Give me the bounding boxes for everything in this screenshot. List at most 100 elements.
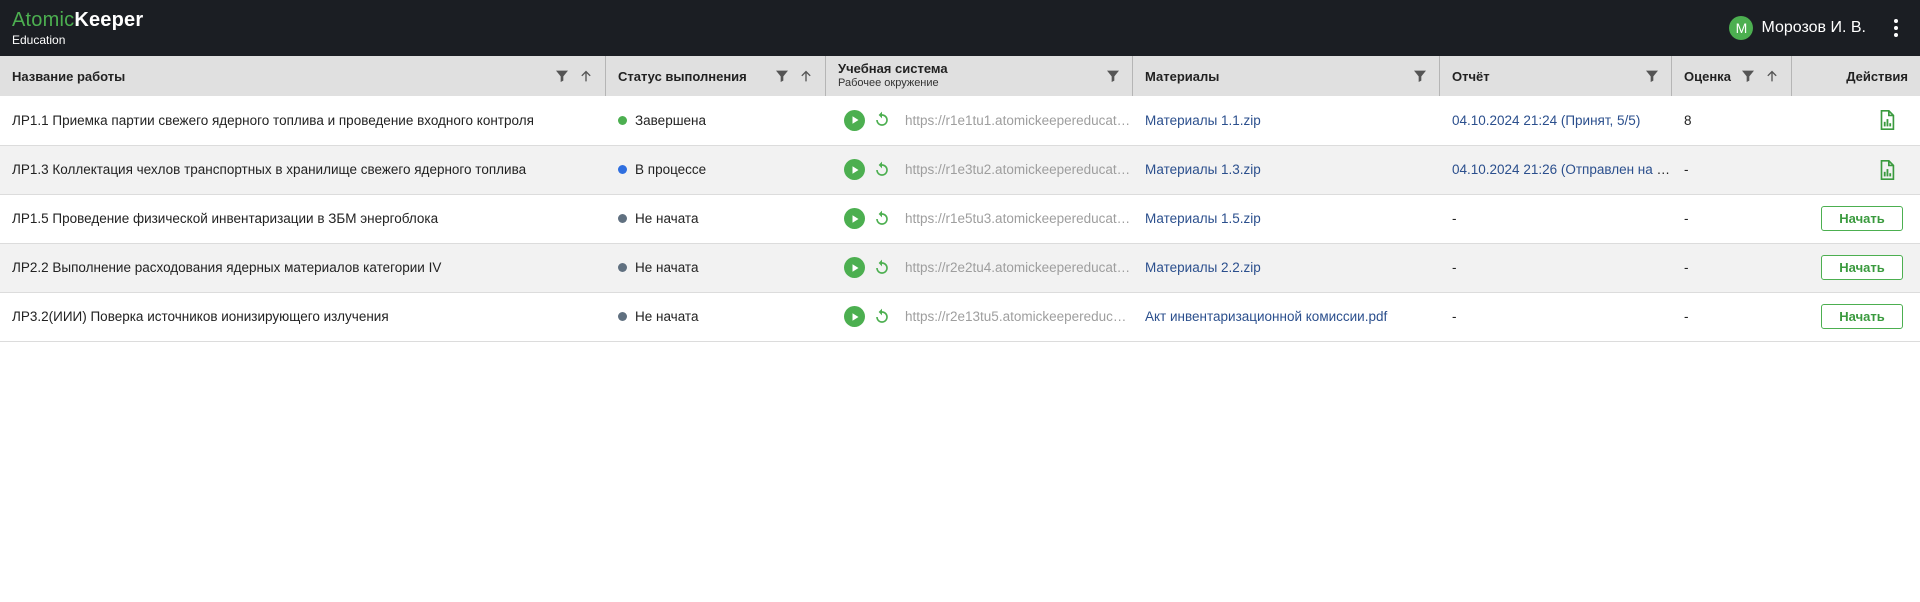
play-icon[interactable]: [844, 208, 865, 229]
grade: -: [1684, 309, 1689, 324]
status-dot: [618, 263, 627, 272]
sort-arrow-up-icon[interactable]: [1763, 67, 1781, 85]
actions-cell: [1792, 96, 1920, 145]
table-row[interactable]: ЛР1.5 Проведение физической инвентаризац…: [0, 194, 1920, 243]
refresh-icon[interactable]: [871, 208, 893, 230]
col-header-report: Отчёт: [1440, 56, 1672, 96]
system-url[interactable]: https://r2e13tu5.atomickeepereducation.r…: [905, 309, 1133, 324]
sort-arrow-up-icon[interactable]: [797, 67, 815, 85]
refresh-icon[interactable]: [871, 306, 893, 328]
filter-icon[interactable]: [553, 67, 571, 85]
sort-arrow-up-icon[interactable]: [577, 67, 595, 85]
col-header-system: Учебная система Рабочее окружение: [826, 56, 1133, 96]
materials-link[interactable]: Материалы 1.5.zip: [1145, 211, 1261, 226]
logo-text-atomic: Atomic: [12, 9, 75, 31]
col-header-system-sublabel: Рабочее окружение: [838, 77, 939, 90]
status-cell: Завершена: [606, 96, 826, 145]
work-name: ЛР1.5 Проведение физической инвентаризац…: [12, 211, 439, 226]
status-text: Не начата: [635, 211, 699, 226]
col-header-name-label: Название работы: [12, 68, 126, 84]
col-header-materials: Материалы: [1133, 56, 1440, 96]
materials-link[interactable]: Материалы 1.3.zip: [1145, 162, 1261, 177]
report-text: -: [1452, 260, 1457, 275]
report-cell: -: [1440, 292, 1672, 341]
report-text: -: [1452, 309, 1457, 324]
work-name: ЛР2.2 Выполнение расходования ядерных ма…: [12, 260, 442, 275]
start-button[interactable]: Начать: [1821, 206, 1903, 231]
col-header-report-label: Отчёт: [1452, 68, 1490, 84]
report-file-icon[interactable]: [1876, 159, 1898, 181]
start-button[interactable]: Начать: [1821, 255, 1903, 280]
report-cell: -: [1440, 194, 1672, 243]
system-cell: https://r2e13tu5.atomickeepereducation.r…: [826, 292, 1133, 341]
play-icon[interactable]: [844, 257, 865, 278]
logo-subtitle: Education: [12, 33, 66, 47]
col-header-status: Статус выполнения: [606, 56, 826, 96]
system-url[interactable]: https://r1e1tu1.atomickeepereducation.ru: [905, 113, 1133, 128]
col-header-status-label: Статус выполнения: [618, 68, 747, 84]
report-file-icon[interactable]: [1876, 109, 1898, 131]
report-link[interactable]: 04.10.2024 21:24 (Принят, 5/5): [1452, 113, 1640, 128]
status-dot: [618, 115, 627, 125]
actions-cell: Начать: [1792, 292, 1920, 341]
materials-cell: Акт инвентаризационной комиссии.pdf: [1133, 292, 1440, 341]
refresh-icon[interactable]: [871, 257, 893, 279]
status-dot: [618, 214, 627, 223]
status-cell: В процессе: [606, 145, 826, 194]
col-header-actions: Действия: [1792, 56, 1920, 96]
materials-link[interactable]: Материалы 1.1.zip: [1145, 113, 1261, 128]
user-name[interactable]: Морозов И. В.: [1761, 19, 1866, 37]
play-icon[interactable]: [844, 306, 865, 327]
status-cell: Не начата: [606, 243, 826, 292]
logo-text-keeper: Keeper: [74, 9, 144, 31]
materials-cell: Материалы 2.2.zip: [1133, 243, 1440, 292]
top-bar: AtomicKeeper Education М Морозов И. В.: [0, 0, 1920, 56]
status-dot: [618, 312, 627, 321]
grade: -: [1684, 162, 1689, 177]
status-text: Завершена: [635, 112, 707, 128]
report-link[interactable]: 04.10.2024 21:26 (Отправлен на проверку): [1452, 162, 1672, 177]
work-name: ЛР1.1 Приемка партии свежего ядерного то…: [12, 112, 534, 128]
report-cell: -: [1440, 243, 1672, 292]
app-logo[interactable]: AtomicKeeper Education: [12, 10, 143, 46]
grade: -: [1684, 211, 1689, 226]
grade: -: [1684, 260, 1689, 275]
filter-icon[interactable]: [1643, 67, 1661, 85]
status-text: Не начата: [635, 309, 699, 324]
table-row[interactable]: ЛР1.3 Коллектация чехлов транспортных в …: [0, 145, 1920, 194]
actions-cell: Начать: [1792, 243, 1920, 292]
status-text: Не начата: [635, 260, 699, 275]
table-header-row: Название работы Статус выполнения Учебна…: [0, 56, 1920, 96]
materials-cell: Материалы 1.5.zip: [1133, 194, 1440, 243]
filter-icon[interactable]: [1411, 67, 1429, 85]
filter-icon[interactable]: [773, 67, 791, 85]
report-text: -: [1452, 211, 1457, 226]
filter-icon[interactable]: [1739, 67, 1757, 85]
table-row[interactable]: ЛР1.1 Приемка партии свежего ядерного то…: [0, 96, 1920, 145]
table-row[interactable]: ЛР2.2 Выполнение расходования ядерных ма…: [0, 243, 1920, 292]
materials-link[interactable]: Акт инвентаризационной комиссии.pdf: [1145, 309, 1387, 324]
play-icon[interactable]: [844, 109, 865, 131]
refresh-icon[interactable]: [871, 109, 893, 131]
start-button[interactable]: Начать: [1821, 304, 1903, 329]
status-dot: [618, 165, 627, 174]
avatar[interactable]: М: [1729, 16, 1754, 40]
more-vert-icon[interactable]: [1880, 8, 1912, 48]
user-menu: М Морозов И. В.: [1729, 0, 1920, 56]
system-url[interactable]: https://r2e2tu4.atomickeepereducation.ru: [905, 260, 1133, 275]
works-table: Название работы Статус выполнения Учебна…: [0, 56, 1920, 342]
status-cell: Не начата: [606, 292, 826, 341]
play-icon[interactable]: [844, 159, 865, 180]
status-cell: Не начата: [606, 194, 826, 243]
table-row[interactable]: ЛР3.2(ИИИ) Поверка источников ионизирующ…: [0, 292, 1920, 341]
filter-icon[interactable]: [1104, 67, 1122, 85]
system-url[interactable]: https://r1e5tu3.atomickeepereducation.ru: [905, 211, 1133, 226]
system-url[interactable]: https://r1e3tu2.atomickeepereducation.ru: [905, 162, 1133, 177]
col-header-grade-label: Оценка: [1684, 68, 1731, 84]
system-cell: https://r1e5tu3.atomickeepereducation.ru: [826, 194, 1133, 243]
refresh-icon[interactable]: [871, 159, 893, 181]
col-header-grade: Оценка: [1672, 56, 1792, 96]
materials-link[interactable]: Материалы 2.2.zip: [1145, 260, 1261, 275]
col-header-name: Название работы: [0, 56, 606, 96]
materials-cell: Материалы 1.1.zip: [1133, 96, 1440, 145]
